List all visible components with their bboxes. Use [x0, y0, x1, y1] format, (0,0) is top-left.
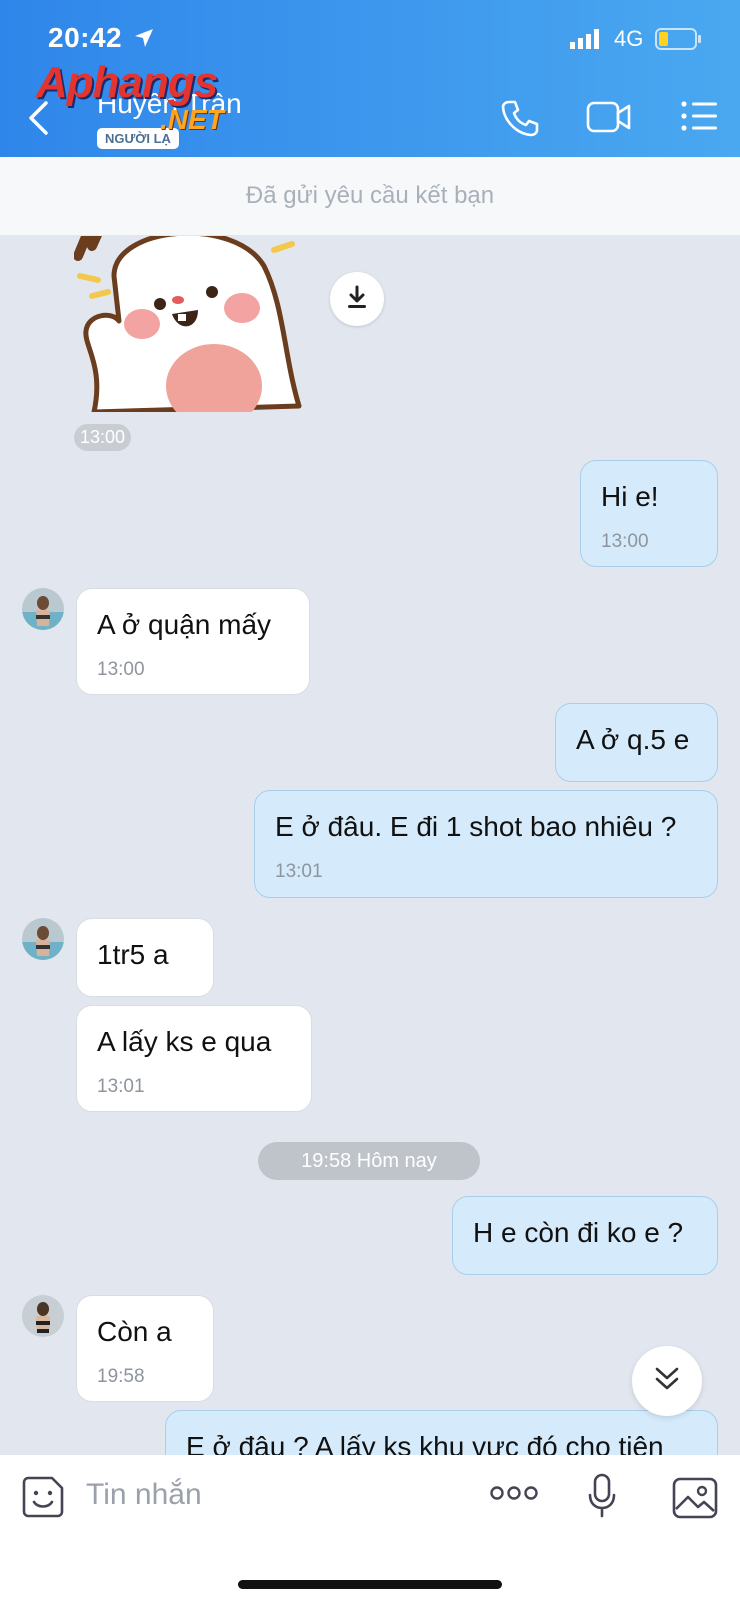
message-text: Hi e!: [601, 481, 659, 512]
message-text: Còn a: [97, 1316, 172, 1347]
message-bubble-incoming[interactable]: 1tr5 a: [76, 918, 214, 997]
chat-header: 20:42 4G Huyền Trân NGƯỜI LẠ Aphangs .NE…: [0, 0, 740, 157]
message-time: 19:58: [97, 1366, 145, 1387]
message-bubble-outgoing[interactable]: A ở q.5 e: [555, 703, 718, 782]
message-text: A ở quận mấy: [97, 609, 272, 640]
menu-icon[interactable]: [680, 100, 718, 137]
message-time: 13:00: [97, 659, 145, 680]
signal-icon: [570, 28, 602, 55]
location-arrow-icon: [134, 28, 154, 53]
image-icon[interactable]: [672, 1477, 718, 1524]
network-type: 4G: [614, 26, 644, 51]
message-input[interactable]: [84, 1469, 448, 1521]
message-time: 13:00: [601, 531, 649, 552]
message-text: 1tr5 a: [97, 939, 169, 970]
message-text: A ở q.5 e: [576, 724, 690, 755]
download-icon: [346, 285, 368, 314]
home-indicator: [238, 1580, 502, 1589]
battery-icon: [655, 28, 703, 55]
message-bubble-outgoing[interactable]: H e còn đi ko e ?: [452, 1196, 718, 1275]
message-bubble-incoming[interactable]: A lấy ks e qua 13:01: [76, 1005, 312, 1112]
sticker-icon[interactable]: [22, 1476, 64, 1523]
message-text: A lấy ks e qua: [97, 1026, 272, 1057]
message-input-bar: [0, 1455, 740, 1600]
avatar[interactable]: [22, 588, 64, 630]
sticker-timestamp: 13:00: [74, 424, 132, 451]
message-text: E ở đâu. E đi 1 shot bao nhiêu ?: [275, 811, 677, 842]
message-time: 13:01: [97, 1076, 145, 1097]
message-bubble-outgoing[interactable]: E ở đâu. E đi 1 shot bao nhiêu ? 13:01: [254, 790, 718, 898]
more-options-icon[interactable]: [490, 1485, 538, 1506]
friend-request-banner: Đã gửi yêu cầu kết bạn: [0, 157, 740, 235]
watermark-logo-suffix: .NET: [160, 104, 224, 135]
mic-icon[interactable]: [587, 1473, 617, 1524]
watermark-logo: Aphangs: [36, 58, 218, 107]
day-divider: 19:58 Hôm nay: [258, 1142, 480, 1180]
video-call-icon[interactable]: [586, 100, 632, 139]
message-text: H e còn đi ko e ?: [473, 1217, 684, 1248]
avatar[interactable]: [22, 918, 64, 960]
sticker-image[interactable]: [74, 236, 314, 412]
call-icon[interactable]: [500, 98, 540, 143]
message-bubble-incoming[interactable]: A ở quận mấy 13:00: [76, 588, 310, 695]
message-time: 13:01: [275, 861, 323, 882]
message-bubble-outgoing[interactable]: Hi e! 13:00: [580, 460, 718, 567]
scroll-down-icon: [653, 1365, 681, 1398]
scroll-to-bottom-button[interactable]: [632, 1346, 702, 1416]
download-button[interactable]: [330, 272, 384, 326]
message-bubble-incoming[interactable]: Còn a 19:58: [76, 1295, 214, 1402]
status-time: 20:42: [48, 22, 123, 53]
avatar[interactable]: [22, 1295, 64, 1337]
